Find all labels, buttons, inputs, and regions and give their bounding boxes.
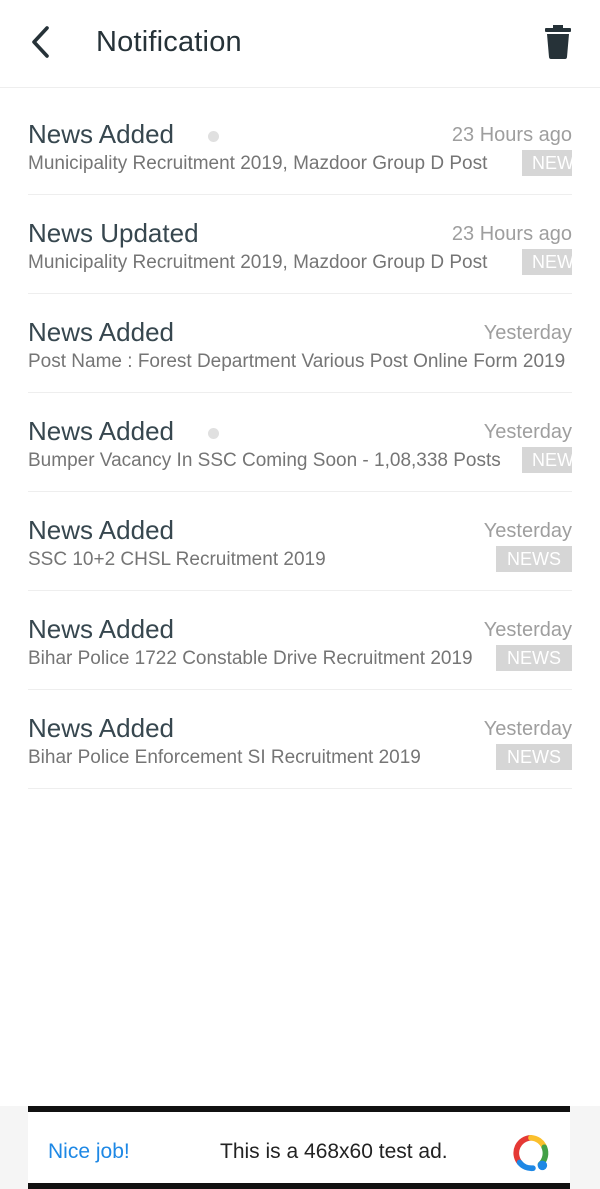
back-button[interactable] <box>20 20 60 64</box>
app-header: Notification <box>0 0 600 88</box>
notification-title: News Added <box>28 713 174 743</box>
news-badge: NEWS <box>522 249 572 275</box>
notification-title: News Added <box>28 119 174 149</box>
notification-description: SSC 10+2 CHSL Recruitment 2019 <box>28 549 326 570</box>
delete-all-button[interactable] <box>536 20 580 64</box>
notification-list: News Added 23 Hours ago Municipality Rec… <box>28 96 572 789</box>
notification-title: News Added <box>28 416 174 446</box>
chevron-left-icon <box>32 26 49 58</box>
ad-banner[interactable]: Nice job! This is a 468x60 test ad. <box>28 1106 570 1189</box>
notification-item[interactable]: News Added Yesterday Bihar Police Enforc… <box>28 690 572 789</box>
notification-description: Bihar Police 1722 Constable Drive Recrui… <box>28 648 473 669</box>
notification-title: News Added <box>28 317 174 347</box>
ad-label: Nice job! <box>48 1140 130 1163</box>
notification-item[interactable]: News Added 23 Hours ago Municipality Rec… <box>28 96 572 195</box>
page-title: Notification <box>96 26 242 58</box>
notification-time: Yesterday <box>483 322 572 344</box>
notification-title: News Added <box>28 614 174 644</box>
news-badge: NEWS <box>496 645 572 671</box>
ad-banner-area: Nice job! This is a 468x60 test ad. <box>0 1106 600 1189</box>
news-badge: NEWS <box>496 744 572 770</box>
ad-text: This is a 468x60 test ad. <box>220 1140 448 1163</box>
notification-time: 23 Hours ago <box>451 223 572 245</box>
notification-item[interactable]: News Added Yesterday Post Name : Forest … <box>28 294 572 393</box>
trash-icon <box>545 25 571 59</box>
notification-time: Yesterday <box>483 718 572 740</box>
notification-time: 23 Hours ago <box>451 124 572 146</box>
notification-title: News Updated <box>28 218 199 248</box>
notification-item[interactable]: News Added Yesterday SSC 10+2 CHSL Recru… <box>28 492 572 591</box>
ad-logo-icon <box>513 1134 549 1172</box>
notification-time: Yesterday <box>483 421 572 443</box>
notification-item[interactable]: News Added Yesterday Bumper Vacancy In S… <box>28 393 572 492</box>
news-badge: NEWS <box>496 546 572 572</box>
notification-description: Post Name : Forest Department Various Po… <box>28 351 566 372</box>
unread-dot-icon <box>208 428 219 439</box>
notification-description: Municipality Recruitment 2019, Mazdoor G… <box>28 153 488 174</box>
notification-time: Yesterday <box>483 619 572 641</box>
notification-title: News Added <box>28 515 174 545</box>
news-badge: NEWS <box>522 150 572 176</box>
news-badge: NEWS <box>522 447 572 473</box>
notification-item[interactable]: News Added Yesterday Bihar Police 1722 C… <box>28 591 572 690</box>
notification-time: Yesterday <box>483 520 572 542</box>
unread-dot-icon <box>208 131 219 142</box>
notification-item[interactable]: News Updated 23 Hours ago Municipality R… <box>28 195 572 294</box>
notification-description: Municipality Recruitment 2019, Mazdoor G… <box>28 252 488 273</box>
notification-description: Bihar Police Enforcement SI Recruitment … <box>28 747 421 768</box>
notification-description: Bumper Vacancy In SSC Coming Soon - 1,08… <box>28 450 501 471</box>
